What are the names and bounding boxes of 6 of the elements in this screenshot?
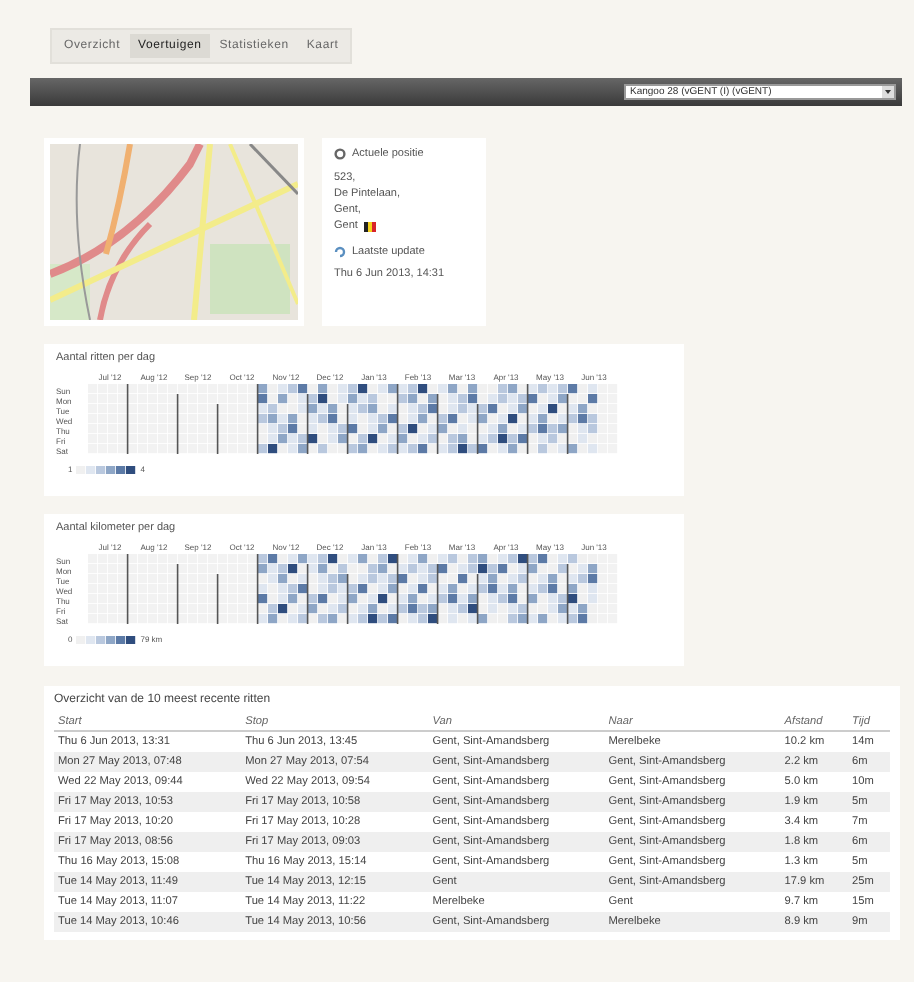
caret-icon xyxy=(882,86,894,98)
refresh-icon xyxy=(334,246,346,258)
legend-scale xyxy=(76,635,137,643)
flag-icon xyxy=(363,221,376,231)
gear-icon xyxy=(334,148,346,160)
legend-scale xyxy=(76,465,137,473)
